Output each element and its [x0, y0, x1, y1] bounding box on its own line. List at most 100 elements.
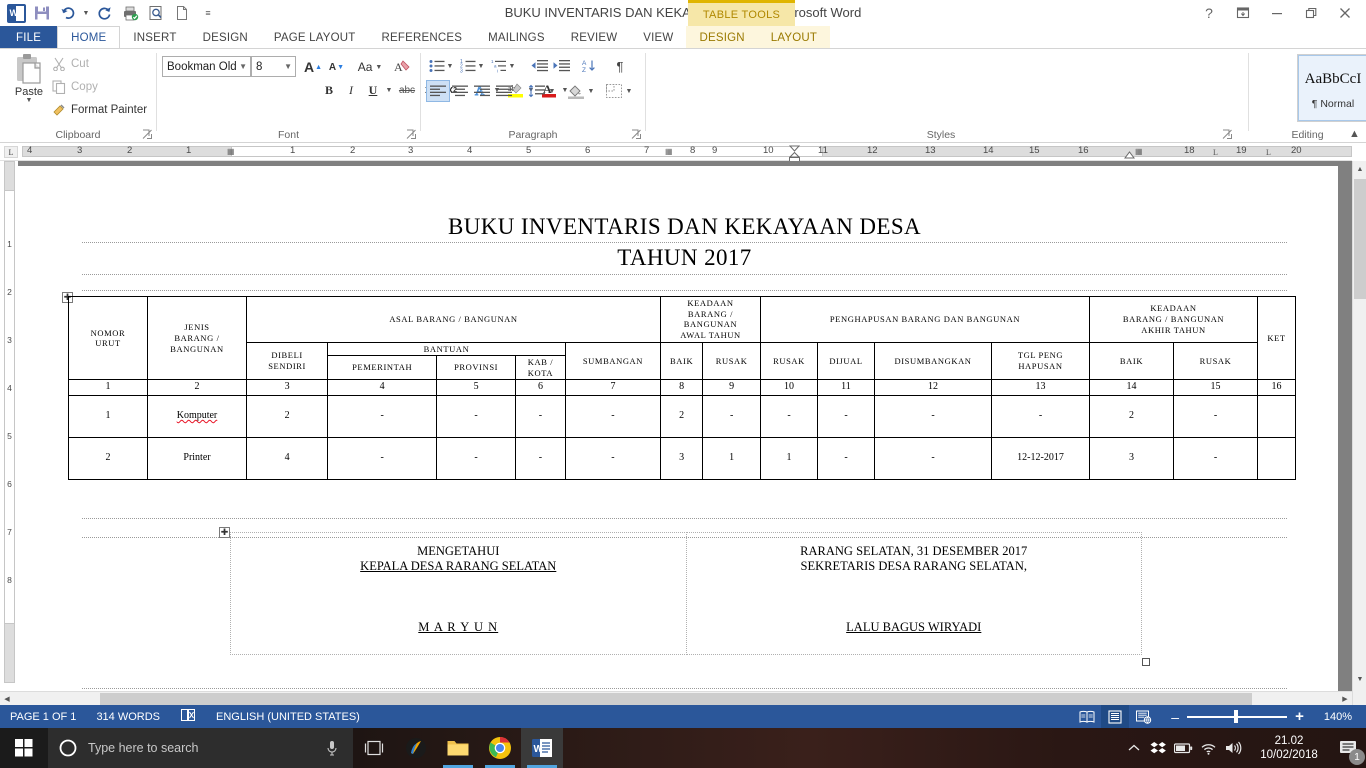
multilevel-dropdown-icon[interactable]: ▼ — [507, 56, 517, 76]
horizontal-scrollbar[interactable]: ◀ ▶ — [0, 691, 1352, 705]
shrink-font-button[interactable]: A ▼ — [325, 56, 348, 78]
numbering-button[interactable]: 123 — [458, 56, 478, 76]
web-layout-button[interactable] — [1129, 705, 1157, 728]
header-bantuan[interactable]: BANTUAN — [327, 341, 566, 357]
bullets-button[interactable] — [427, 56, 447, 76]
cell-r1c12[interactable]: - — [874, 394, 992, 438]
align-left-button[interactable] — [426, 80, 450, 102]
vertical-scrollbar[interactable]: ▲ ▼ — [1352, 161, 1366, 705]
tab-table-layout[interactable]: LAYOUT — [757, 26, 831, 49]
cell-r1c14[interactable]: 2 — [1089, 394, 1174, 438]
col-num-5[interactable]: 5 — [436, 379, 517, 396]
search-input[interactable]: Type here to search — [48, 728, 353, 768]
cell-r2c12[interactable]: - — [874, 436, 992, 480]
decrease-indent-button[interactable] — [528, 56, 550, 76]
zoom-slider-thumb[interactable] — [1234, 710, 1239, 723]
cell-r1c3[interactable]: 2 — [245, 394, 329, 438]
tab-page-layout[interactable]: PAGE LAYOUT — [261, 26, 369, 49]
spelling-and-grammar-check-icon[interactable] — [170, 708, 206, 725]
vertical-ruler[interactable]: 1 2 3 4 5 6 7 8 — [0, 161, 18, 705]
header-dijual[interactable]: DIJUAL — [817, 341, 875, 381]
signature-left-line-1[interactable]: MENGETAHUI — [231, 544, 686, 559]
media-player-icon[interactable] — [395, 728, 437, 768]
restore-button[interactable] — [1294, 2, 1328, 24]
header-rusak-hapus[interactable]: RUSAK — [760, 341, 818, 381]
zoom-slider[interactable] — [1187, 705, 1288, 728]
cell-r2c13[interactable]: 12-12-2017 — [991, 436, 1090, 480]
inventory-table[interactable]: NOMOR URUT JENIS BARANG / BANGUNAN ASAL BAR… — [68, 295, 1296, 480]
cell-r1c5[interactable]: - — [436, 394, 517, 438]
shading-button[interactable] — [565, 81, 587, 101]
header-asal-barang[interactable]: ASAL BARANG / BANGUNAN — [246, 296, 661, 343]
document-page[interactable]: BUKU INVENTARIS DAN KEKAYAAN DESA TAHUN … — [18, 166, 1338, 705]
tab-stop-marker[interactable]: ▦ — [665, 147, 673, 156]
header-disumbangkan[interactable]: DISUMBANGKAN — [874, 341, 992, 381]
horizontal-scroll-thumb[interactable] — [100, 693, 1252, 705]
google-chrome-icon[interactable] — [479, 728, 521, 768]
copy-button[interactable]: Copy — [52, 80, 98, 94]
cell-r1c6[interactable]: - — [515, 394, 566, 438]
header-penghapusan[interactable]: PENGHAPUSAN BARANG DAN BANGUNAN — [760, 296, 1090, 343]
header-sumbangan[interactable]: SUMBANGAN — [564, 341, 662, 381]
zoom-level[interactable]: 140% — [1314, 711, 1366, 723]
microsoft-word-icon[interactable]: W — [521, 728, 563, 768]
zoom-in-button[interactable]: + — [1287, 708, 1314, 725]
styles-dialog-launcher[interactable] — [1222, 129, 1233, 140]
header-kab-kota[interactable]: KAB / KOTA — [515, 355, 566, 381]
cell-r2c10[interactable]: 1 — [760, 436, 818, 480]
cell-r2c4[interactable]: - — [327, 436, 438, 480]
cut-button[interactable]: Cut — [52, 57, 89, 71]
table-row[interactable]: 1 Komputer 2 - - - - 2 - - - - - 2 - — [68, 394, 1296, 438]
doc-empty-paragraph-2[interactable] — [82, 495, 1287, 519]
col-num-12[interactable]: 12 — [874, 379, 992, 396]
cell-r1c4[interactable]: - — [327, 394, 438, 438]
cell-r2c1[interactable]: 2 — [68, 436, 148, 480]
language-indicator[interactable]: ENGLISH (UNITED STATES) — [206, 711, 370, 723]
header-rusak-awal[interactable]: RUSAK — [702, 341, 761, 381]
header-jenis-barang[interactable]: JENIS BARANG / BANGUNAN — [147, 295, 247, 381]
cell-r2c9[interactable]: 1 — [702, 436, 761, 480]
doc-empty-paragraph-1[interactable] — [82, 275, 1287, 291]
align-center-button[interactable] — [449, 81, 471, 101]
scroll-right-icon[interactable]: ▶ — [1338, 692, 1352, 706]
col-num-9[interactable]: 9 — [702, 379, 761, 396]
italic-button[interactable]: I — [340, 79, 362, 101]
shading-dropdown-icon[interactable]: ▼ — [586, 81, 596, 101]
sort-button[interactable]: AZ — [579, 56, 601, 76]
line-spacing-dropdown-icon[interactable]: ▼ — [547, 81, 557, 101]
cell-r2c7[interactable]: - — [564, 436, 662, 480]
read-mode-button[interactable] — [1073, 705, 1101, 728]
show-formatting-marks-button[interactable]: ¶ — [609, 56, 631, 76]
start-button[interactable] — [0, 728, 48, 768]
multilevel-list-button[interactable]: 1ai — [489, 56, 509, 76]
col-num-4[interactable]: 4 — [327, 379, 438, 396]
signature-table-move-handle[interactable]: ✚ — [219, 527, 230, 538]
tab-home[interactable]: HOME — [57, 26, 121, 49]
signature-right-cell[interactable]: RARANG SELATAN, 31 DESEMBER 2017 SEKRETA… — [685, 532, 1142, 655]
col-num-1[interactable]: 1 — [68, 379, 148, 396]
signature-right-line-2[interactable]: SEKRETARIS DESA RARANG SELATAN, — [687, 559, 1142, 574]
table-row[interactable]: 2 Printer 4 - - - - 3 1 1 - - 12-12-2017… — [68, 436, 1296, 480]
tab-table-design[interactable]: DESIGN — [686, 26, 758, 49]
wifi-icon[interactable] — [1196, 728, 1221, 768]
bullets-dropdown-icon[interactable]: ▼ — [445, 56, 455, 76]
paragraph-dialog-launcher[interactable] — [631, 129, 642, 140]
align-right-button[interactable] — [471, 81, 493, 101]
cell-r2c8[interactable]: 3 — [659, 436, 704, 480]
grow-font-button[interactable]: A ▲ — [301, 56, 325, 78]
cell-r1c16[interactable] — [1257, 394, 1296, 438]
col-num-8[interactable]: 8 — [659, 379, 704, 396]
word-count[interactable]: 314 WORDS — [86, 711, 170, 723]
header-baik-awal[interactable]: BAIK — [659, 341, 704, 381]
doc-empty-paragraph-4[interactable] — [82, 663, 1287, 689]
col-num-14[interactable]: 14 — [1089, 379, 1174, 396]
signature-right-name[interactable]: LALU BAGUS WIRYADI — [687, 620, 1142, 635]
header-nomor-urut[interactable]: NOMOR URUT — [68, 295, 148, 381]
vertical-scroll-thumb[interactable] — [1354, 179, 1366, 299]
signature-right-line-1[interactable]: RARANG SELATAN, 31 DESEMBER 2017 — [687, 544, 1142, 559]
strikethrough-button[interactable]: abc — [395, 79, 419, 101]
header-rusak-akhir[interactable]: RUSAK — [1173, 341, 1258, 381]
header-pemerintah[interactable]: PEMERINTAH — [327, 355, 438, 381]
signature-left-line-2[interactable]: KEPALA DESA RARANG SELATAN — [231, 559, 686, 574]
header-keadaan-awal[interactable]: KEADAAN BARANG / BANGUNAN AWAL TAHUN — [660, 296, 761, 343]
